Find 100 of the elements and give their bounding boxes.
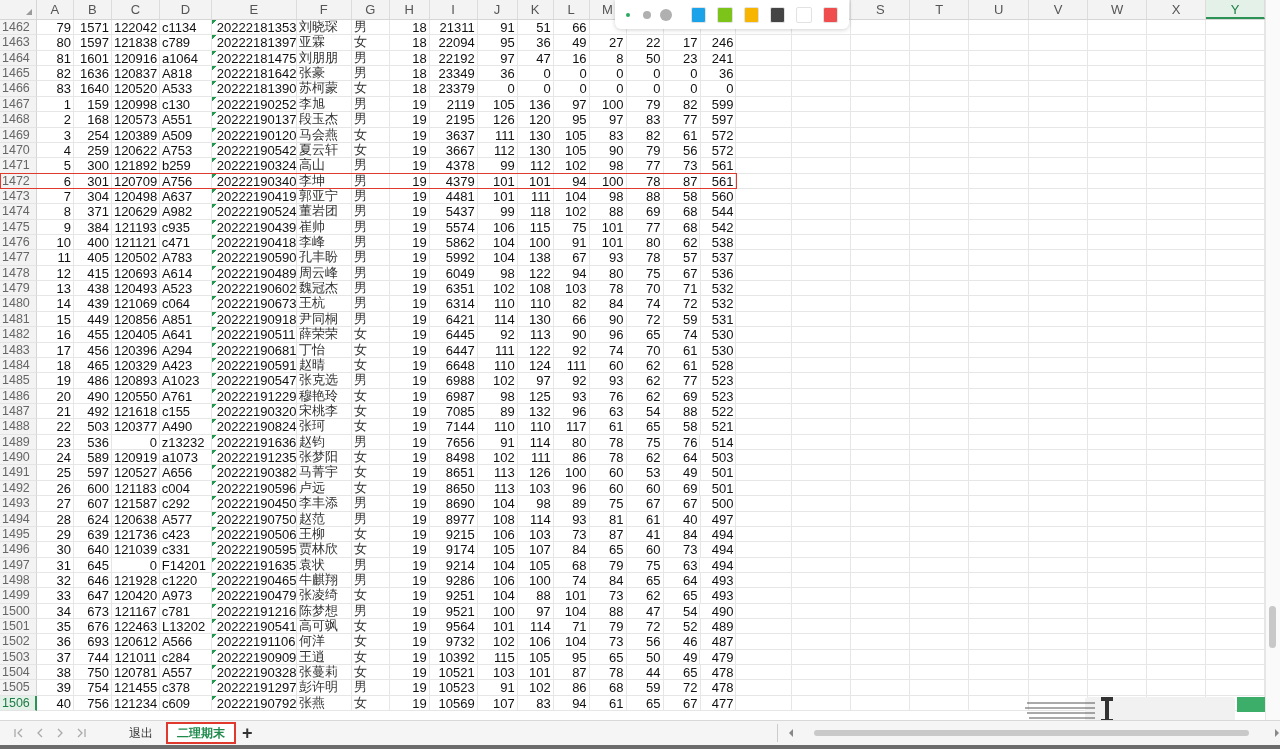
row-header[interactable]: 1491 xyxy=(0,465,37,481)
table-cell: 478 xyxy=(700,680,737,696)
row-header[interactable]: 1462 xyxy=(0,20,37,36)
column-header[interactable]: L xyxy=(553,0,590,19)
table-cell: 6447 xyxy=(429,342,478,358)
row-header[interactable]: 1468 xyxy=(0,112,37,128)
column-header[interactable]: H xyxy=(389,0,430,19)
table-cell: 女 xyxy=(351,404,390,420)
row-header[interactable]: 1479 xyxy=(0,281,37,297)
row-header[interactable]: 1505 xyxy=(0,680,37,696)
color-swatch[interactable] xyxy=(769,6,786,23)
table-cell: 0 xyxy=(589,81,627,97)
row-header[interactable]: 1485 xyxy=(0,373,37,389)
table-cell: 31 xyxy=(36,557,74,573)
table-cell: 104 xyxy=(477,496,518,512)
column-header[interactable]: V xyxy=(1029,0,1089,19)
sheet-tab[interactable]: 二理期末 xyxy=(166,722,236,744)
column-header[interactable]: W xyxy=(1088,0,1148,19)
column-header[interactable]: K xyxy=(517,0,554,19)
table-cell: 7 xyxy=(36,188,74,205)
table-cell: 111 xyxy=(477,127,518,143)
column-header[interactable]: S xyxy=(851,0,911,19)
table-cell: 2195 xyxy=(429,112,478,128)
column-header[interactable]: G xyxy=(351,0,390,19)
row-header[interactable]: 1476 xyxy=(0,235,37,251)
table-cell: 83 xyxy=(626,112,664,128)
first-sheet-icon[interactable] xyxy=(14,728,24,738)
row-header[interactable]: 1477 xyxy=(0,250,37,266)
table-cell: 538 xyxy=(700,235,737,251)
table-cell: 51 xyxy=(517,20,554,36)
table-cell: 497 xyxy=(700,511,737,527)
vertical-scrollbar[interactable] xyxy=(1265,0,1280,720)
table-cell: 102 xyxy=(553,158,590,174)
row-header[interactable]: 1504 xyxy=(0,665,37,681)
sheet-tab[interactable]: 退出 xyxy=(120,722,162,744)
table-cell: 74 xyxy=(663,327,701,343)
row-header[interactable]: 1490 xyxy=(0,450,37,466)
column-header[interactable]: U xyxy=(969,0,1030,19)
scroll-right-icon[interactable] xyxy=(1274,729,1280,737)
row-header[interactable]: 1493 xyxy=(0,496,37,512)
last-sheet-icon[interactable] xyxy=(76,728,86,738)
table-cell: 46 xyxy=(663,634,701,650)
column-header[interactable]: J xyxy=(477,0,518,19)
row-header[interactable]: 1471 xyxy=(0,158,37,174)
table-cell: 503 xyxy=(73,419,112,435)
next-sheet-icon[interactable] xyxy=(56,728,64,738)
column-header[interactable]: A xyxy=(36,0,74,19)
row-header[interactable]: 1466 xyxy=(0,81,37,97)
table-cell: 女 xyxy=(351,465,390,481)
pen-size-button[interactable] xyxy=(659,7,674,22)
table-cell: 88 xyxy=(589,204,627,220)
color-swatch[interactable] xyxy=(796,6,812,23)
table-cell: 92 xyxy=(477,327,518,343)
color-swatch[interactable] xyxy=(822,6,838,23)
add-sheet-button[interactable]: + xyxy=(236,723,259,743)
table-cell: 100 xyxy=(589,173,627,189)
horizontal-scrollbar[interactable] xyxy=(814,730,1249,736)
color-swatch[interactable] xyxy=(717,6,733,23)
column-header[interactable]: E xyxy=(211,0,297,19)
table-cell: 138 xyxy=(517,250,554,266)
table-cell: 27 xyxy=(589,35,627,51)
color-swatch[interactable] xyxy=(743,6,759,23)
table-cell: 96 xyxy=(589,327,627,343)
table-cell: 78 xyxy=(589,434,627,451)
column-header[interactable]: D xyxy=(159,0,212,19)
column-header[interactable]: F xyxy=(296,0,352,19)
row-header[interactable]: 1496 xyxy=(0,542,37,558)
table-cell: 122 xyxy=(517,342,554,358)
select-all-icon[interactable] xyxy=(25,9,32,15)
column-header[interactable]: B xyxy=(73,0,112,19)
table-cell: 79 xyxy=(589,557,627,573)
table-cell: 537 xyxy=(700,250,737,266)
row-header[interactable]: 1465 xyxy=(0,66,37,82)
column-header[interactable]: T xyxy=(910,0,970,19)
row-header[interactable]: 1480 xyxy=(0,296,37,312)
row-header[interactable]: 1501 xyxy=(0,619,37,635)
previous-sheet-icon[interactable] xyxy=(36,728,44,738)
table-cell: 100 xyxy=(517,572,554,589)
row-header[interactable]: 1488 xyxy=(0,419,37,435)
row-header[interactable]: 1502 xyxy=(0,634,37,650)
table-cell: 120916 xyxy=(111,50,160,67)
row-header[interactable]: 1499 xyxy=(0,588,37,604)
row-header[interactable]: 1482 xyxy=(0,327,37,343)
table-cell: 5992 xyxy=(429,250,478,266)
table-cell: 44 xyxy=(626,665,664,681)
row-header[interactable]: 1474 xyxy=(0,204,37,220)
column-header[interactable]: I xyxy=(429,0,478,19)
table-cell: 19 xyxy=(389,511,430,527)
table-cell: 高可飒 xyxy=(296,619,352,635)
row-header[interactable]: 1463 xyxy=(0,35,37,51)
scroll-left-icon[interactable] xyxy=(788,729,794,737)
column-header[interactable]: C xyxy=(111,0,160,19)
table-cell: 60 xyxy=(589,357,627,374)
table-cell: 645 xyxy=(73,557,112,573)
table-cell: 75 xyxy=(589,496,627,512)
table-cell: 13 xyxy=(36,281,74,297)
column-header[interactable]: Y xyxy=(1206,0,1265,19)
table-cell: 86 xyxy=(553,680,590,696)
color-swatch[interactable] xyxy=(690,6,707,23)
table-cell: 女 xyxy=(351,695,390,712)
